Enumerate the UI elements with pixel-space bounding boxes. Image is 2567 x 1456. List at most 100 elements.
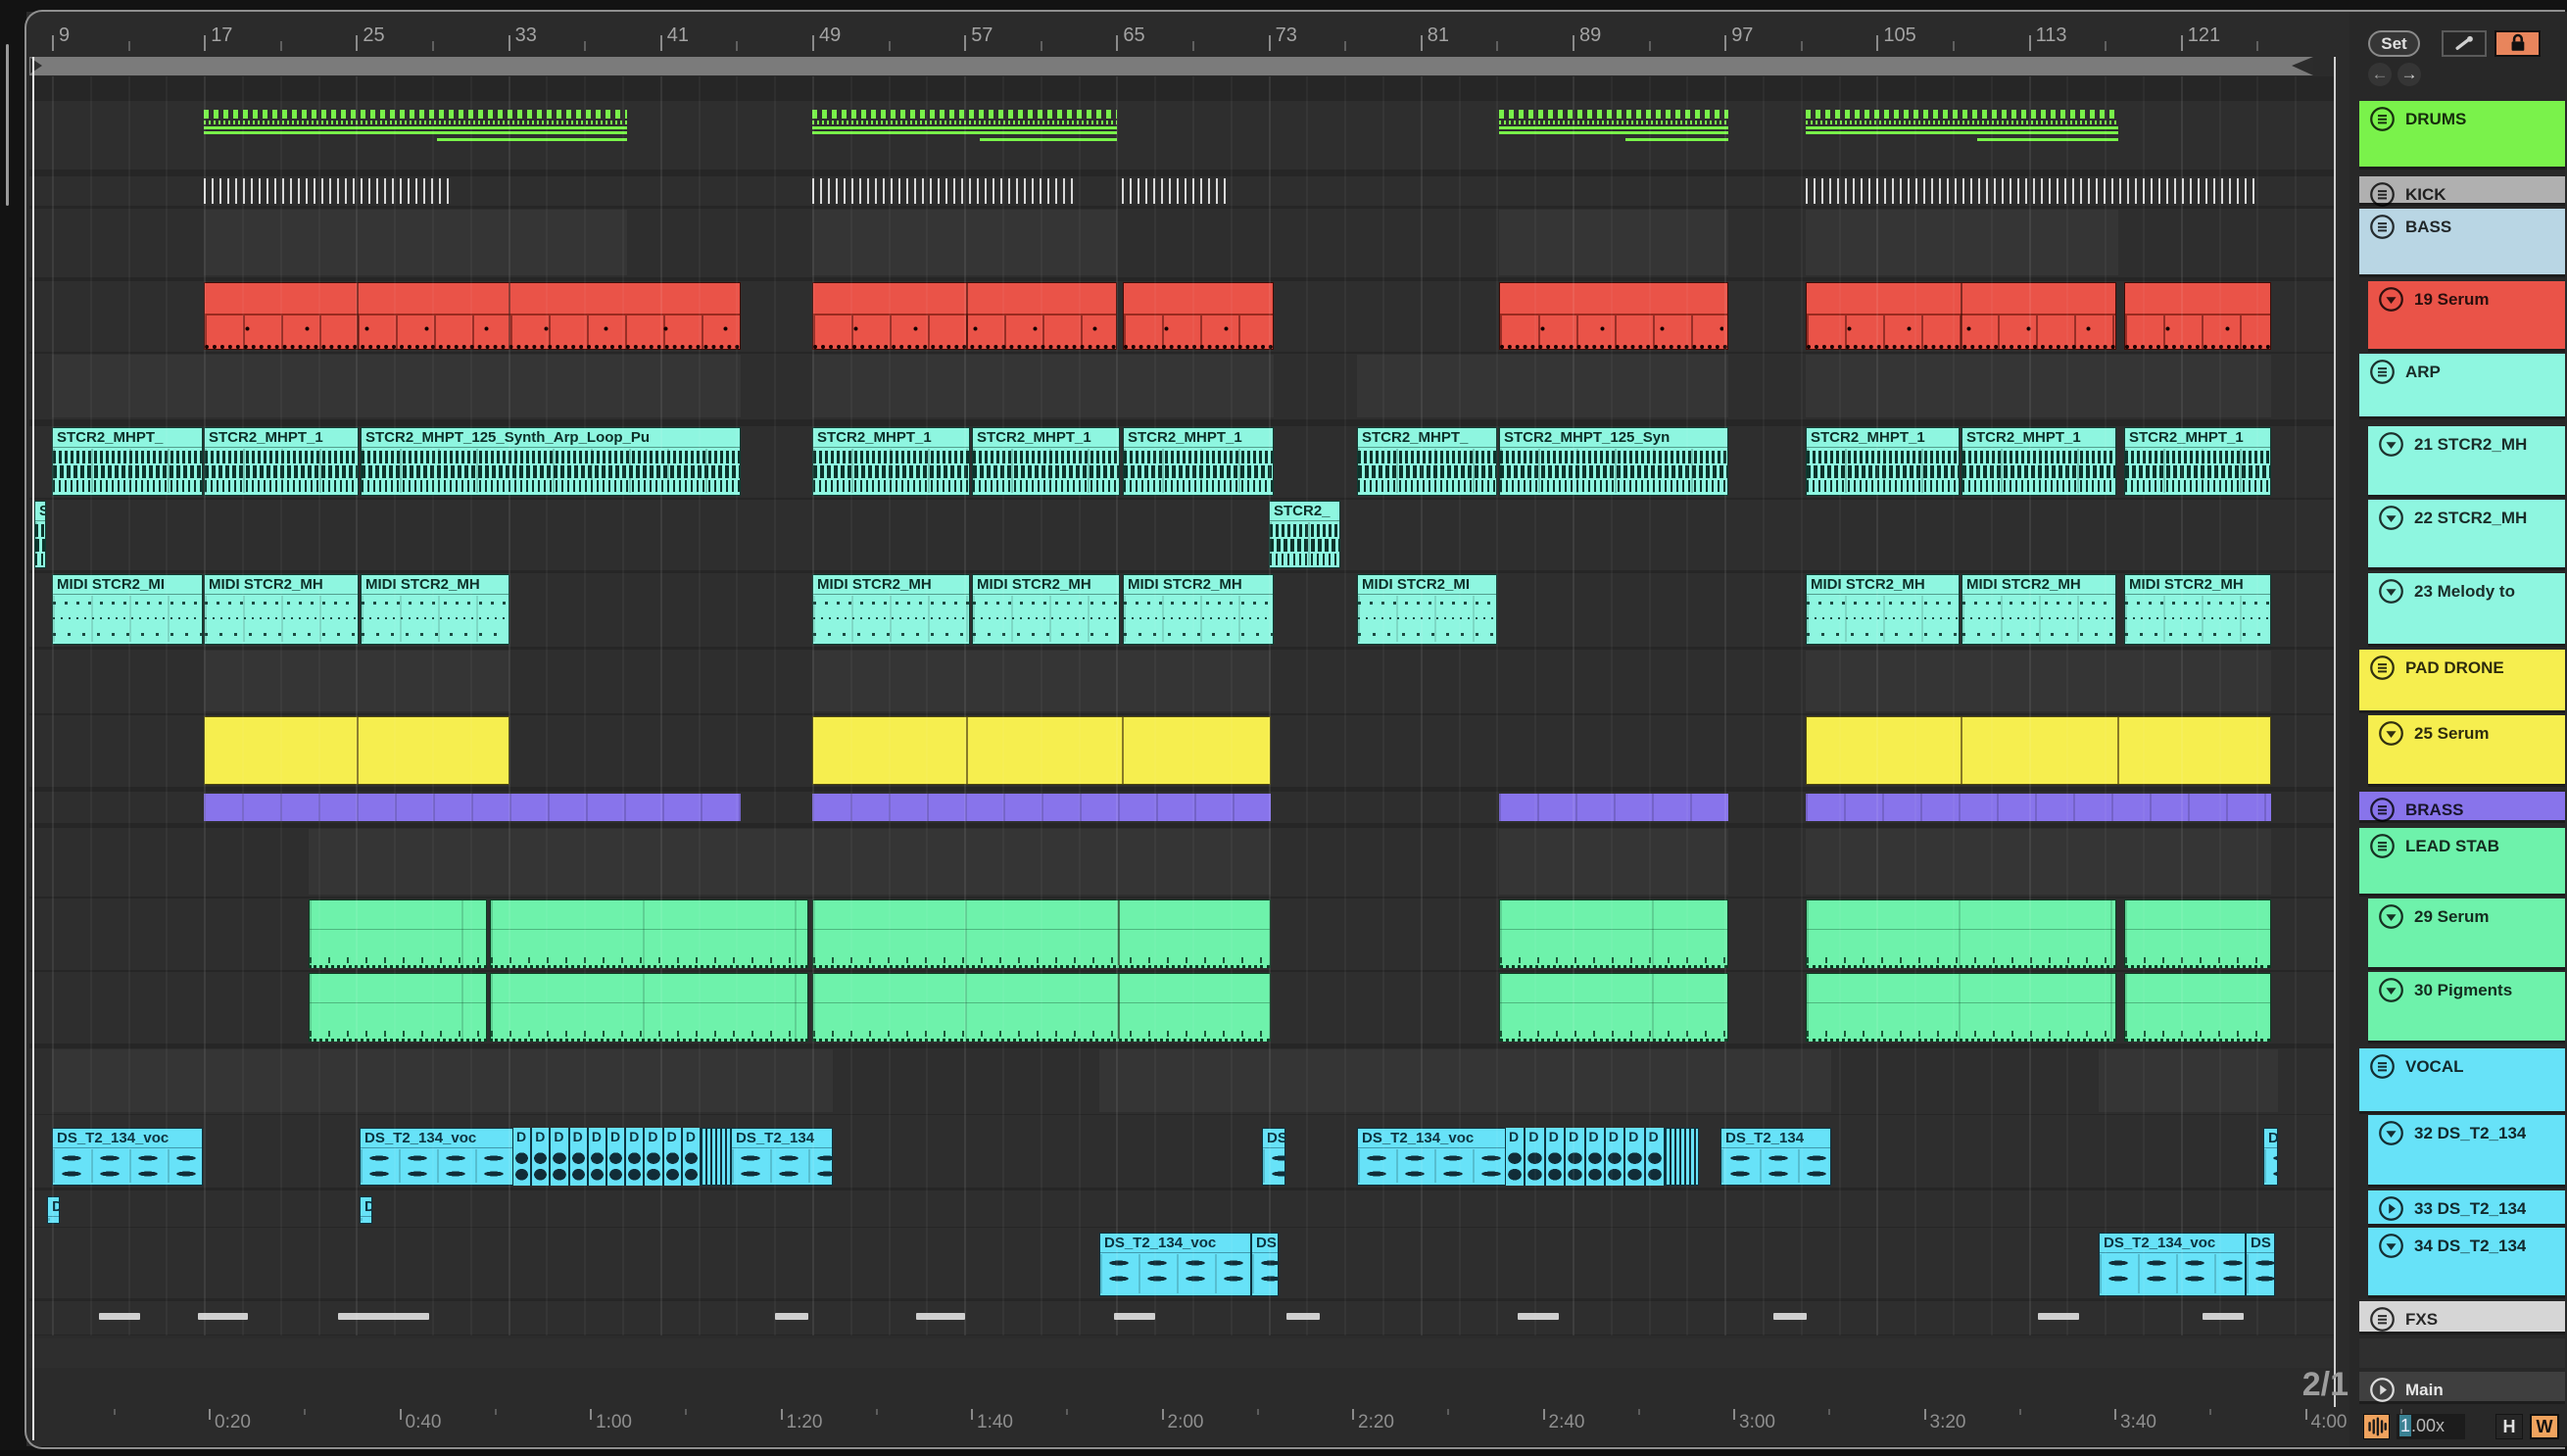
track-down-icon[interactable]: [2378, 578, 2404, 605]
track-header-brass[interactable]: BRASS: [2359, 792, 2565, 823]
audio-engine-button[interactable]: [2363, 1414, 2390, 1439]
clip-green[interactable]: [309, 899, 487, 968]
clip-fx[interactable]: [1286, 1313, 1320, 1320]
clip-green[interactable]: [1806, 973, 2116, 1042]
clip-green[interactable]: [1499, 973, 1728, 1042]
clip-audio[interactable]: STCR2_MHPT_1: [812, 427, 970, 496]
track-header-pad[interactable]: PAD DRONE: [2359, 650, 2565, 713]
clip-green[interactable]: [490, 899, 808, 968]
lock-envelopes-button[interactable]: [2494, 30, 2541, 57]
track-header-vocal[interactable]: VOCAL: [2359, 1048, 2565, 1114]
clip-audio[interactable]: STCR2_MHPT_125_Synth_Arp_Loop_Pu: [361, 427, 741, 496]
clip-fx[interactable]: [2203, 1313, 2244, 1320]
clip-voc[interactable]: D: [360, 1196, 372, 1224]
clip-voc[interactable]: DS: [1262, 1128, 1285, 1186]
clip-red[interactable]: [1806, 282, 2116, 350]
clip-midi[interactable]: MIDI STCR2_MH: [812, 574, 970, 645]
track-header-stcr22[interactable]: 22 STCR2_MH: [2368, 500, 2565, 570]
track-header-melody23[interactable]: 23 Melody to: [2368, 573, 2565, 647]
clip-audio[interactable]: S: [34, 501, 46, 568]
clip-voc-slice[interactable]: D: [663, 1128, 683, 1186]
track-header-ds34[interactable]: 34 DS_T2_134: [2368, 1228, 2565, 1298]
history-forward-button[interactable]: →: [2397, 63, 2421, 86]
track-down-icon[interactable]: [2378, 720, 2404, 747]
clip-midi[interactable]: MIDI STCR2_MH: [2124, 574, 2271, 645]
clip-green[interactable]: [2124, 973, 2271, 1042]
clip-voc-slice[interactable]: D: [626, 1128, 646, 1186]
clip-audio[interactable]: STCR2_MHPT_1: [2124, 427, 2271, 496]
track-header-kick[interactable]: KICK: [2359, 176, 2565, 208]
clip-voc[interactable]: DS_T2_134_voc: [2099, 1233, 2246, 1296]
track-header-ds33[interactable]: 33 DS_T2_134: [2368, 1190, 2565, 1227]
track-header-lead[interactable]: LEAD STAB: [2359, 828, 2565, 897]
clip-voc-slice[interactable]: D: [1585, 1128, 1606, 1186]
track-header-arp[interactable]: ARP: [2359, 354, 2565, 419]
track-play-icon[interactable]: [2369, 1377, 2396, 1403]
track-header-serum19[interactable]: 19 Serum: [2368, 281, 2565, 352]
clip-midi[interactable]: MIDI STCR2_MH: [1806, 574, 1960, 645]
clip-voc-slice[interactable]: D: [513, 1128, 533, 1186]
clip-fx[interactable]: [99, 1313, 140, 1320]
clip-voc-slice[interactable]: D: [532, 1128, 552, 1186]
track-header-main[interactable]: Main: [2359, 1372, 2565, 1404]
clip-voc-slice[interactable]: D: [1506, 1128, 1526, 1186]
clip-green[interactable]: [1806, 899, 2116, 968]
clip-fx[interactable]: [1518, 1313, 1559, 1320]
clip-midi[interactable]: MIDI STCR2_MH: [972, 574, 1120, 645]
clip-drums[interactable]: [204, 106, 627, 150]
draw-mode-button[interactable]: [2442, 30, 2487, 57]
clip-stripes[interactable]: [1666, 1128, 1699, 1186]
arrangement-end-marker[interactable]: [2334, 57, 2336, 1407]
clip-red[interactable]: [2124, 282, 2271, 350]
clip-drums[interactable]: [1806, 106, 2118, 150]
clip-red[interactable]: [1123, 282, 1274, 350]
clip-voc-slice[interactable]: D: [1566, 1128, 1586, 1186]
clip-midi[interactable]: MIDI STCR2_MI: [1357, 574, 1497, 645]
track-header-stcr21[interactable]: 21 STCR2_MH: [2368, 426, 2565, 498]
clip-audio[interactable]: STCR2_MHPT_125_Syn: [1499, 427, 1728, 496]
clip-fx[interactable]: [916, 1313, 965, 1320]
clip-voc-slice[interactable]: D: [1605, 1128, 1626, 1186]
clip-fx[interactable]: [2038, 1313, 2079, 1320]
clip-midi[interactable]: MIDI STCR2_MH: [361, 574, 509, 645]
track-down-icon[interactable]: [2378, 1233, 2404, 1259]
vertical-scrollbar[interactable]: [6, 44, 9, 206]
track-down-icon[interactable]: [2378, 431, 2404, 458]
track-menu-icon[interactable]: [2369, 214, 2396, 240]
clip-voc[interactable]: DS: [2246, 1233, 2275, 1296]
track-menu-icon[interactable]: [2369, 833, 2396, 859]
clip-green[interactable]: [490, 973, 808, 1042]
clip-dsegs[interactable]: DDDDDDDDDD: [513, 1128, 702, 1186]
clip-audio[interactable]: STCR2_MHPT_1: [1962, 427, 2116, 496]
clip-drums[interactable]: [1499, 106, 1728, 150]
clip-midi[interactable]: MIDI STCR2_MH: [1123, 574, 1274, 645]
track-header-drums[interactable]: DRUMS: [2359, 101, 2565, 170]
track-header-pigments30[interactable]: 30 Pigments: [2368, 972, 2565, 1043]
playhead-line[interactable]: [32, 57, 34, 1440]
track-right-icon[interactable]: [2378, 1195, 2404, 1222]
zoom-height-button[interactable]: H: [2495, 1414, 2523, 1439]
clip-voc-slice[interactable]: D: [1625, 1128, 1646, 1186]
clip-voc-slice[interactable]: D: [588, 1128, 608, 1186]
history-back-button[interactable]: ←: [2368, 63, 2392, 86]
clip-stripes[interactable]: [702, 1128, 731, 1186]
track-menu-icon[interactable]: [2369, 181, 2396, 208]
clip-green[interactable]: [309, 973, 487, 1042]
track-down-icon[interactable]: [2378, 1120, 2404, 1146]
track-down-icon[interactable]: [2378, 505, 2404, 531]
clip-kick[interactable]: [1122, 178, 1227, 204]
clip-green[interactable]: [1499, 899, 1728, 968]
track-header-bass[interactable]: BASS: [2359, 209, 2565, 277]
zoom-width-button[interactable]: W: [2530, 1414, 2559, 1439]
clip-yellow[interactable]: [1806, 716, 2271, 785]
track-menu-icon[interactable]: [2369, 655, 2396, 681]
clip-voc[interactable]: DS_T2_134: [731, 1128, 833, 1186]
playback-speed-field[interactable]: 1.00x: [2397, 1414, 2465, 1439]
clip-midi[interactable]: MIDI STCR2_MH: [1962, 574, 2116, 645]
clip-kick[interactable]: [204, 178, 451, 204]
track-down-icon[interactable]: [2378, 903, 2404, 930]
clip-kick[interactable]: [1806, 178, 2260, 204]
clip-audio[interactable]: STCR2_MHPT_: [1357, 427, 1497, 496]
clip-fx[interactable]: [775, 1313, 808, 1320]
clip-voc[interactable]: DS: [2263, 1128, 2278, 1186]
